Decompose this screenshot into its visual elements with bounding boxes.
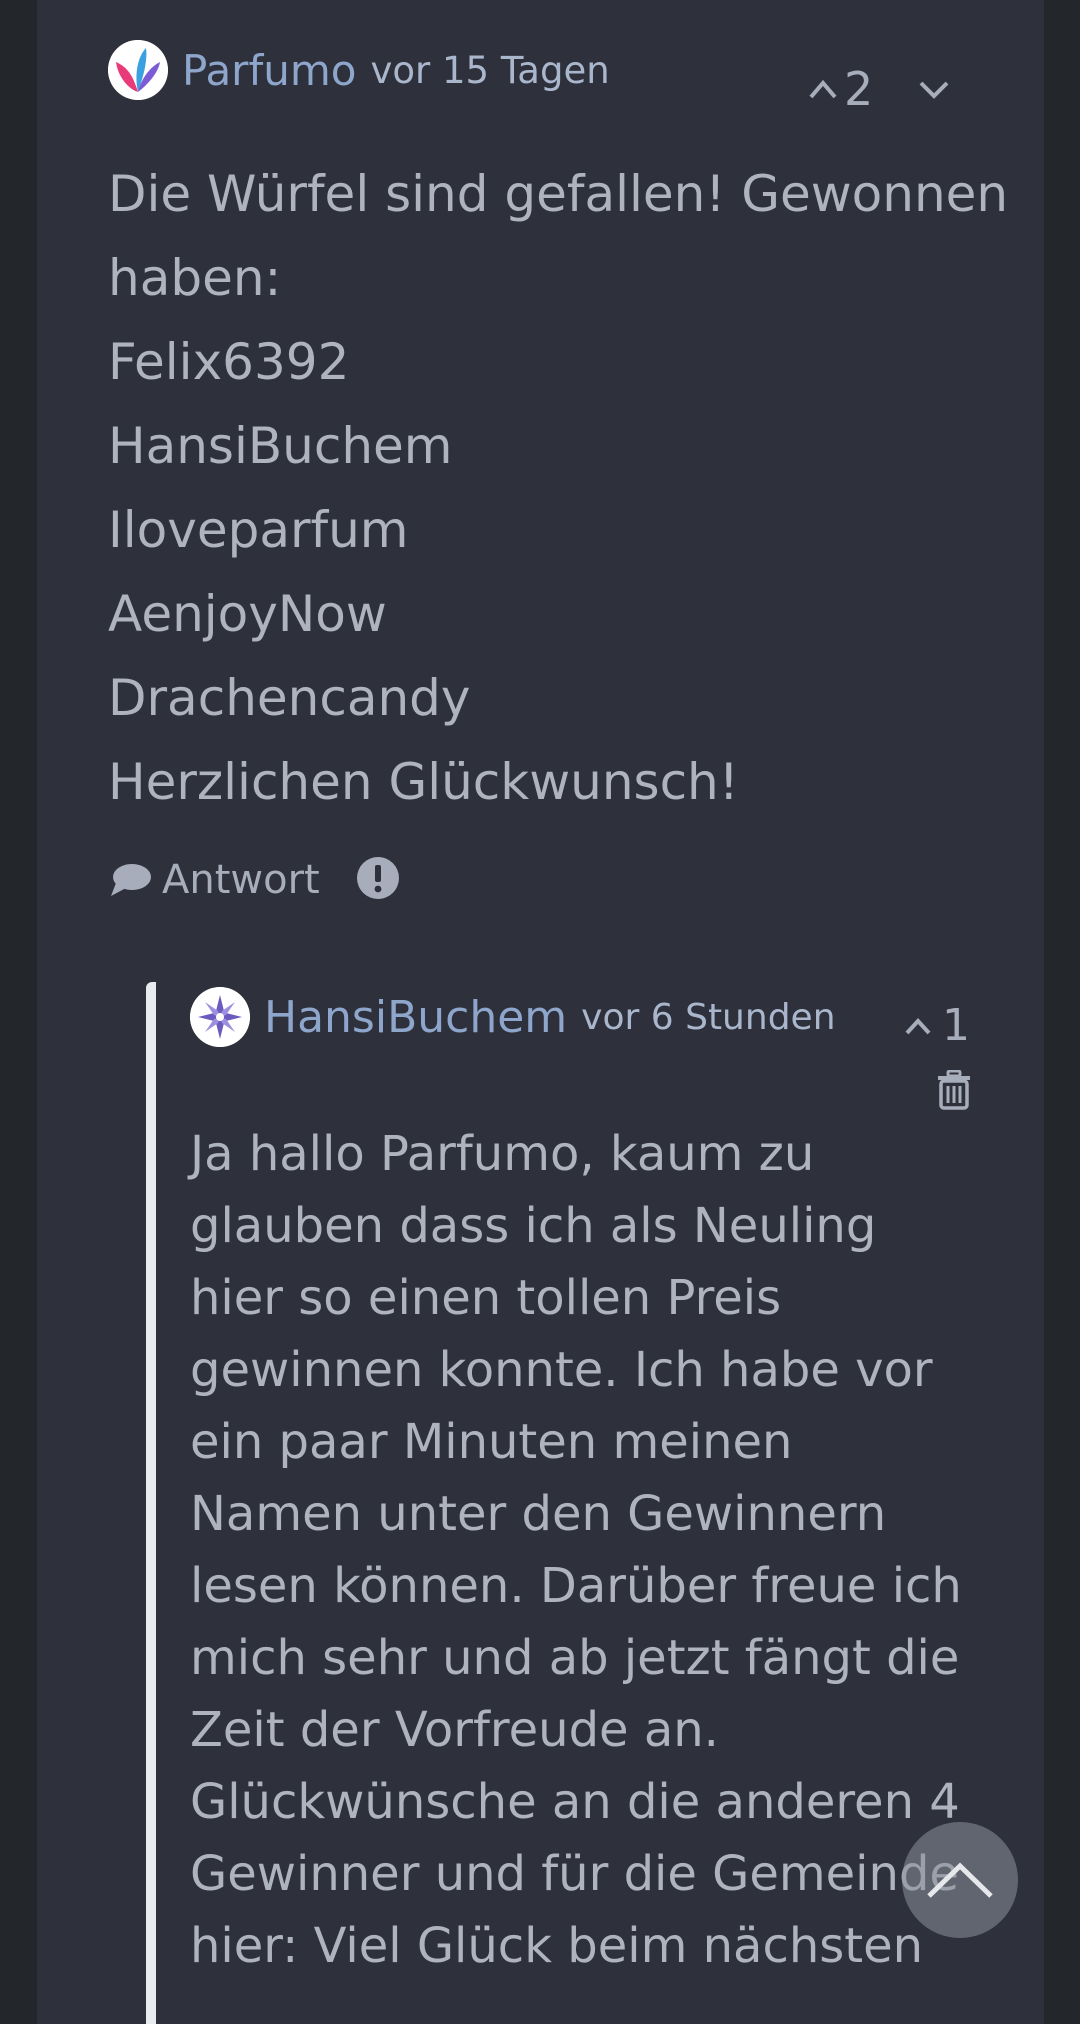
chevron-down-icon (919, 81, 949, 99)
post-upvote-control[interactable]: 2 (808, 62, 873, 116)
star-emblem-icon (190, 987, 250, 1047)
reply-line: glauben dass ich als Neuling (190, 1198, 877, 1254)
reply-author-link[interactable]: HansiBuchem (264, 992, 567, 1043)
reply-line: mich sehr und ab jetzt fängt die (190, 1630, 960, 1686)
post-line: Die Würfel sind gefallen! Gewonnen (108, 165, 1009, 223)
post-line: haben: (108, 249, 282, 307)
reply-line: Glückwünsche an die anderen 4 (190, 1774, 960, 1830)
reply-line: Gewinner und für die Gemeinde (190, 1846, 959, 1902)
chevron-up-icon[interactable] (904, 1016, 932, 1036)
post-body: Die Würfel sind gefallen! Gewonnen haben… (108, 152, 1009, 824)
post-line: AenjoyNow (108, 585, 387, 643)
post-line: HansiBuchem (108, 417, 453, 475)
parfumo-avatar[interactable] (108, 40, 168, 100)
post-header: Parfumo vor 15 Tagen (108, 38, 610, 102)
post-line: Iloveparfum (108, 501, 409, 559)
reply-line: hier: Viel Glück beim nächsten (190, 1918, 924, 1974)
trash-icon (938, 1069, 970, 1110)
reply-line: lesen können. Darüber freue ich (190, 1558, 962, 1614)
chevron-up-icon[interactable] (808, 78, 838, 100)
reply-line: Namen unter den Gewinnern (190, 1486, 887, 1542)
post-vote-count: 2 (844, 62, 874, 116)
post-downvote-button[interactable] (918, 80, 950, 104)
reply-timestamp: vor 6 Stunden (581, 996, 836, 1038)
post-author-link[interactable]: Parfumo (182, 46, 356, 95)
parfumo-logo-icon (108, 40, 168, 100)
reply-body: Ja hallo Parfumo, kaum zu glauben dass i… (190, 1118, 980, 1982)
report-button[interactable] (356, 856, 400, 904)
reply-line: ein paar Minuten meinen (190, 1414, 793, 1470)
speech-bubble-icon (111, 864, 151, 896)
post-line: Herzlichen Glückwunsch! (108, 753, 739, 811)
reply-upvote-control[interactable]: 1 (904, 1000, 970, 1051)
reply-line: Zeit der Vorfreude an. (190, 1702, 719, 1758)
reply-line: hier so einen tollen Preis (190, 1270, 782, 1326)
scroll-to-top-button[interactable] (902, 1822, 1018, 1938)
thread-line (146, 982, 156, 2024)
post-line: Drachencandy (108, 669, 471, 727)
reply-thread: HansiBuchem vor 6 Stunden 1 Ja hallo Par… (146, 982, 996, 2024)
delete-button[interactable] (936, 1069, 972, 1114)
reply-button[interactable]: Antwort (108, 857, 320, 903)
reply-line: Ja hallo Parfumo, kaum zu (190, 1126, 815, 1182)
reply-header: HansiBuchem vor 6 Stunden (190, 986, 836, 1048)
exclamation-circle-icon (356, 857, 399, 899)
post-line: Felix6392 (108, 333, 350, 391)
reply-label: Antwort (162, 857, 320, 903)
post-timestamp: vor 15 Tagen (370, 48, 610, 92)
reply-vote-count: 1 (942, 1000, 970, 1051)
chevron-up-icon (927, 1862, 993, 1898)
reply-avatar[interactable] (190, 987, 250, 1047)
reply-line: gewinnen konnte. Ich habe vor (190, 1342, 933, 1398)
post-actions: Antwort (108, 852, 400, 908)
